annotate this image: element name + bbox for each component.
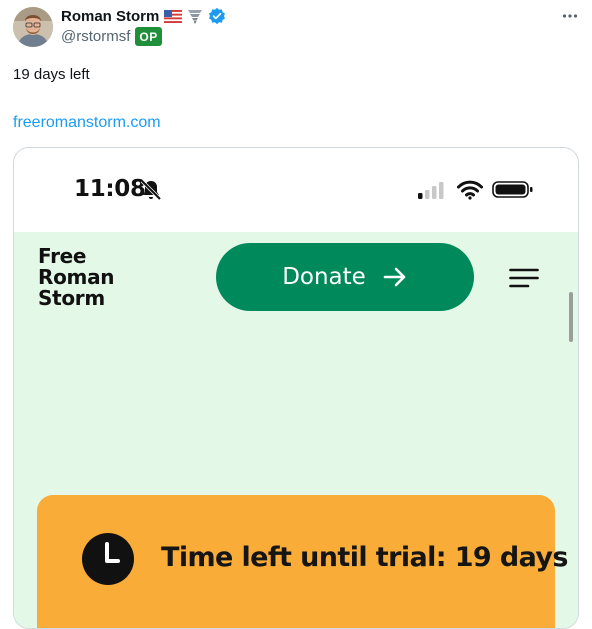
clock-icon — [82, 533, 134, 585]
trial-countdown-banner: Time left until trial: 19 days — [37, 495, 569, 628]
bell-muted-icon — [140, 179, 162, 201]
tornado-icon — [187, 8, 203, 24]
post-link[interactable]: freeromanstorm.com — [13, 114, 161, 132]
post-text: 19 days left — [13, 66, 90, 83]
attached-image[interactable]: 11:08 Free Roman Storm Donate Time left … — [13, 147, 579, 629]
more-options-icon[interactable] — [562, 8, 578, 29]
author-handle[interactable]: @rstormsf — [61, 28, 130, 45]
site-logo[interactable]: Free Roman Storm — [38, 244, 115, 310]
author-name-row: Roman Storm — [61, 7, 226, 25]
donate-label: Donate — [282, 264, 366, 290]
phone-status-bar: 11:08 — [14, 148, 578, 232]
signal-icon — [418, 182, 444, 199]
logo-line-1: Free — [38, 244, 87, 268]
us-flag-icon — [164, 9, 183, 23]
website-preview: Free Roman Storm Donate Time left until … — [14, 232, 578, 628]
wifi-icon — [457, 180, 483, 200]
donate-button[interactable]: Donate — [216, 243, 474, 311]
battery-icon — [492, 181, 533, 198]
author-name[interactable]: Roman Storm — [61, 8, 159, 25]
menu-icon[interactable] — [509, 267, 539, 289]
logo-line-2: Roman — [38, 265, 115, 289]
author-handle-row: @rstormsf OP — [61, 27, 162, 46]
logo-line-3: Storm — [38, 286, 105, 310]
status-time: 11:08 — [74, 176, 146, 202]
author-avatar[interactable] — [13, 7, 53, 47]
trial-countdown-text: Time left until trial: 19 days — [161, 542, 569, 573]
op-badge: OP — [135, 27, 162, 46]
arrow-right-icon — [383, 267, 406, 287]
scrollbar[interactable] — [569, 292, 573, 342]
verified-badge-icon[interactable] — [208, 7, 226, 25]
